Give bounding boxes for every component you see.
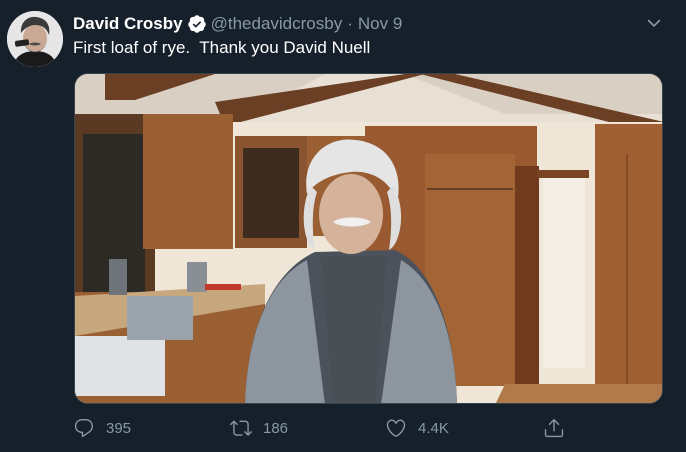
timestamp[interactable]: Nov 9 xyxy=(358,14,402,34)
chevron-down-icon[interactable] xyxy=(644,13,664,33)
user-handle[interactable]: @thedavidcrosby xyxy=(211,14,343,34)
reply-button[interactable]: 395 xyxy=(73,415,131,441)
man-in-kitchen-photo xyxy=(75,74,662,403)
separator-dot: · xyxy=(347,14,353,33)
share-button[interactable] xyxy=(543,415,565,441)
avatar-image xyxy=(7,11,63,67)
reply-icon xyxy=(74,419,94,438)
retweet-count: 186 xyxy=(263,419,289,437)
verified-badge-icon xyxy=(187,15,206,33)
tweet-actions: 395 186 4.4K xyxy=(72,415,572,441)
share-icon xyxy=(544,419,564,438)
heart-icon xyxy=(386,419,406,437)
tweet-photo[interactable] xyxy=(74,73,663,404)
like-button[interactable]: 4.4K xyxy=(385,415,449,441)
tweet-header: David Crosby @thedavidcrosby · Nov 9 xyxy=(73,13,402,35)
like-count: 4.4K xyxy=(418,419,449,437)
tweet-text: First loaf of rye. Thank you David Nuell xyxy=(73,38,371,57)
tweet-card[interactable]: David Crosby @thedavidcrosby · Nov 9 Fir… xyxy=(0,0,686,452)
display-name[interactable]: David Crosby xyxy=(73,14,183,34)
retweet-icon xyxy=(230,420,252,436)
retweet-button[interactable]: 186 xyxy=(230,415,288,441)
avatar[interactable] xyxy=(7,11,63,67)
reply-count: 395 xyxy=(106,419,132,437)
